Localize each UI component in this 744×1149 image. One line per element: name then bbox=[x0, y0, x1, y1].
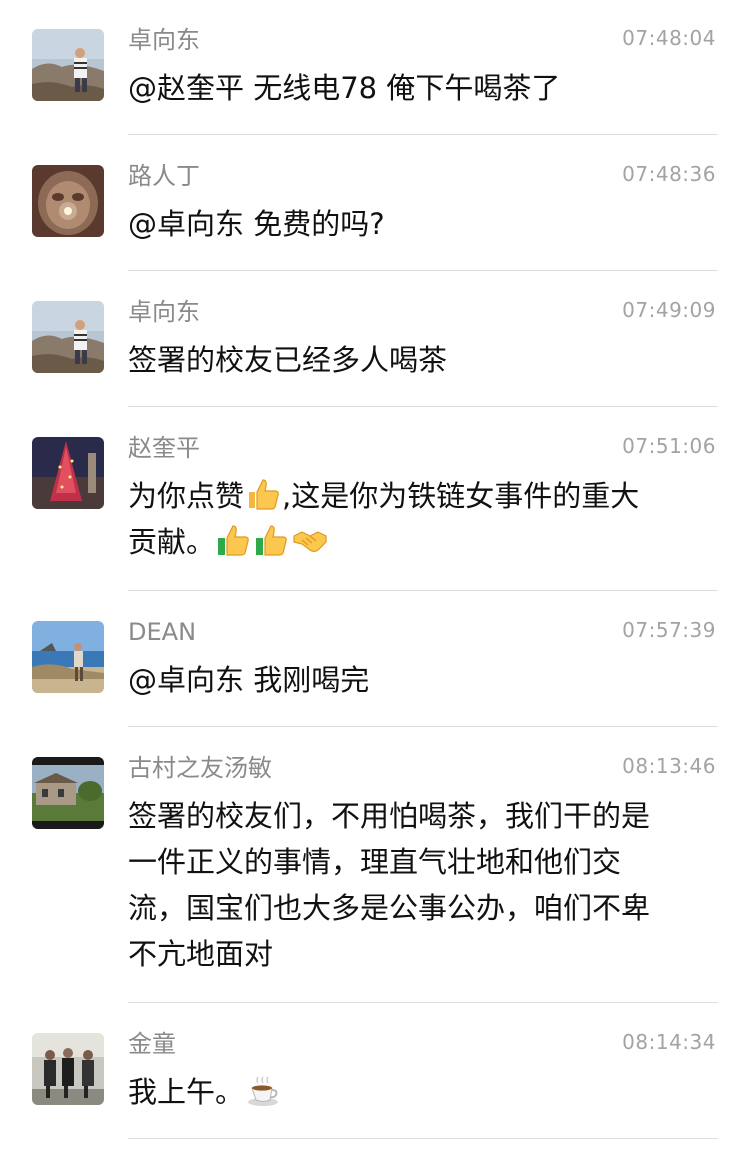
divider bbox=[128, 134, 718, 135]
sender-name: 路人丁 bbox=[128, 162, 200, 190]
divider bbox=[128, 1138, 718, 1139]
avatar[interactable] bbox=[32, 437, 104, 509]
timestamp: 07:51:06 bbox=[622, 434, 716, 458]
handshake-icon bbox=[292, 522, 328, 558]
divider bbox=[128, 1002, 718, 1003]
divider bbox=[128, 726, 718, 727]
timestamp: 07:48:04 bbox=[622, 26, 716, 50]
avatar[interactable] bbox=[32, 757, 104, 829]
sender-name: DEAN bbox=[128, 618, 197, 646]
timestamp: 07:49:09 bbox=[622, 298, 716, 322]
message-text-part: 我上午。 bbox=[128, 1075, 245, 1109]
message-text: 签署的校友们，不用怕喝茶，我们干的是 一件正义的事情，理直气壮地和他们交 流，国… bbox=[128, 793, 720, 977]
divider bbox=[128, 270, 718, 271]
message-text-part: ,这是你为铁链女事件的重大 bbox=[282, 479, 640, 513]
avatar[interactable] bbox=[32, 165, 104, 237]
thumbs-up-icon bbox=[216, 522, 252, 558]
message-text-part: 为你点赞 bbox=[128, 479, 245, 513]
sender-name: 赵奎平 bbox=[128, 434, 200, 462]
message-text: 为你点赞 ,这是你为铁链女事件的重大贡献。 bbox=[128, 473, 720, 565]
message-text: 签署的校友已经多人喝茶 bbox=[128, 343, 448, 377]
divider bbox=[128, 590, 718, 591]
sender-name: 金童 bbox=[128, 1030, 176, 1058]
avatar[interactable] bbox=[32, 29, 104, 101]
divider bbox=[128, 406, 718, 407]
message-text: 我上午。 bbox=[128, 1069, 720, 1115]
thumbs-up-icon bbox=[254, 522, 290, 558]
hot-tea-icon bbox=[245, 1072, 281, 1108]
sender-name: 古村之友汤敏 bbox=[128, 754, 272, 782]
message-line: 一件正义的事情，理直气壮地和他们交 bbox=[128, 845, 622, 879]
timestamp: 08:14:34 bbox=[622, 1030, 716, 1054]
avatar[interactable] bbox=[32, 1033, 104, 1105]
avatar[interactable] bbox=[32, 301, 104, 373]
message-line: 不亢地面对 bbox=[128, 937, 274, 971]
avatar[interactable] bbox=[32, 621, 104, 693]
message-line: 签署的校友们，不用怕喝茶，我们干的是 bbox=[128, 799, 651, 833]
chat-message-list: 卓向东 07:48:04 @赵奎平 无线电78 俺下午喝茶了 路人丁 07:48… bbox=[0, 0, 744, 1149]
timestamp: 07:57:39 bbox=[622, 618, 716, 642]
sender-name: 卓向东 bbox=[128, 298, 200, 326]
message-text: @卓向东 免费的吗? bbox=[128, 207, 385, 241]
timestamp: 07:48:36 bbox=[622, 162, 716, 186]
sender-name: 卓向东 bbox=[128, 26, 200, 54]
message-text-part: 贡献。 bbox=[128, 525, 216, 559]
thumbs-up-icon bbox=[245, 476, 281, 512]
message-text: @赵奎平 无线电78 俺下午喝茶了 bbox=[128, 71, 561, 105]
message-text: @卓向东 我刚喝完 bbox=[128, 663, 370, 697]
message-line: 流，国宝们也大多是公事公办，咱们不卑 bbox=[128, 891, 651, 925]
timestamp: 08:13:46 bbox=[622, 754, 716, 778]
